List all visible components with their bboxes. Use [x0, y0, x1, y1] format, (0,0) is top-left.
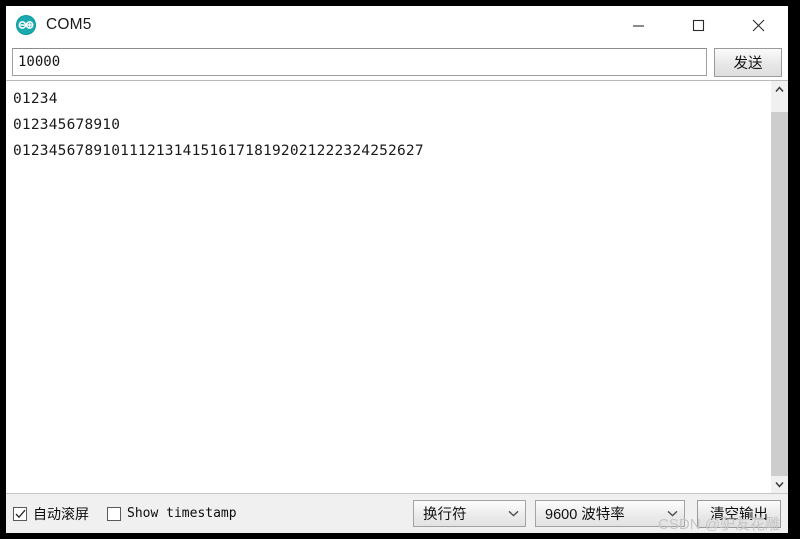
output-line: 0123456789101112131415161718192021222324… [13, 143, 424, 159]
timestamp-checkbox[interactable] [107, 506, 121, 521]
serial-output-text[interactable]: 01234 012345678910 012345678910111213141… [6, 81, 770, 493]
autoscroll-checkbox-group[interactable]: 自动滚屏 [13, 504, 89, 524]
newline-select[interactable]: 换行符 [413, 500, 526, 527]
scrollbar-thumb[interactable] [771, 112, 788, 476]
autoscroll-checkbox[interactable] [13, 506, 27, 521]
scrollbar-track[interactable] [771, 98, 788, 476]
close-button[interactable] [728, 6, 788, 44]
output-line: 01234 [13, 91, 58, 107]
check-icon [15, 509, 25, 518]
maximize-button[interactable] [668, 6, 728, 44]
output-line: 012345678910 [13, 117, 121, 133]
serial-send-input[interactable] [12, 48, 707, 76]
bottom-toolbar: 自动滚屏 Show timestamp 换行符 9600 波特率 清空输出 CS… [6, 493, 788, 533]
newline-select-value: 换行符 [423, 507, 467, 523]
scroll-up-button[interactable] [771, 81, 788, 98]
vertical-scrollbar[interactable] [770, 81, 788, 493]
window-controls [608, 6, 788, 44]
timestamp-label: Show timestamp [127, 506, 237, 521]
arduino-icon [15, 14, 37, 36]
chevron-down-icon [496, 510, 519, 517]
send-button[interactable]: 发送 [714, 47, 782, 77]
autoscroll-label: 自动滚屏 [33, 505, 89, 522]
minimize-button[interactable] [608, 6, 668, 44]
baud-rate-select[interactable]: 9600 波特率 [535, 500, 685, 527]
serial-monitor-window: COM5 发送 0 [6, 6, 788, 533]
serial-output-area: 01234 012345678910 012345678910111213141… [6, 80, 788, 493]
title-bar: COM5 [6, 6, 788, 44]
window-title: COM5 [46, 16, 92, 33]
chevron-down-icon [655, 510, 678, 517]
timestamp-checkbox-group[interactable]: Show timestamp [107, 506, 237, 521]
scroll-down-button[interactable] [771, 476, 788, 493]
clear-output-button[interactable]: 清空输出 [697, 499, 781, 528]
baud-rate-select-value: 9600 波特率 [545, 507, 625, 523]
send-row: 发送 [6, 44, 788, 80]
